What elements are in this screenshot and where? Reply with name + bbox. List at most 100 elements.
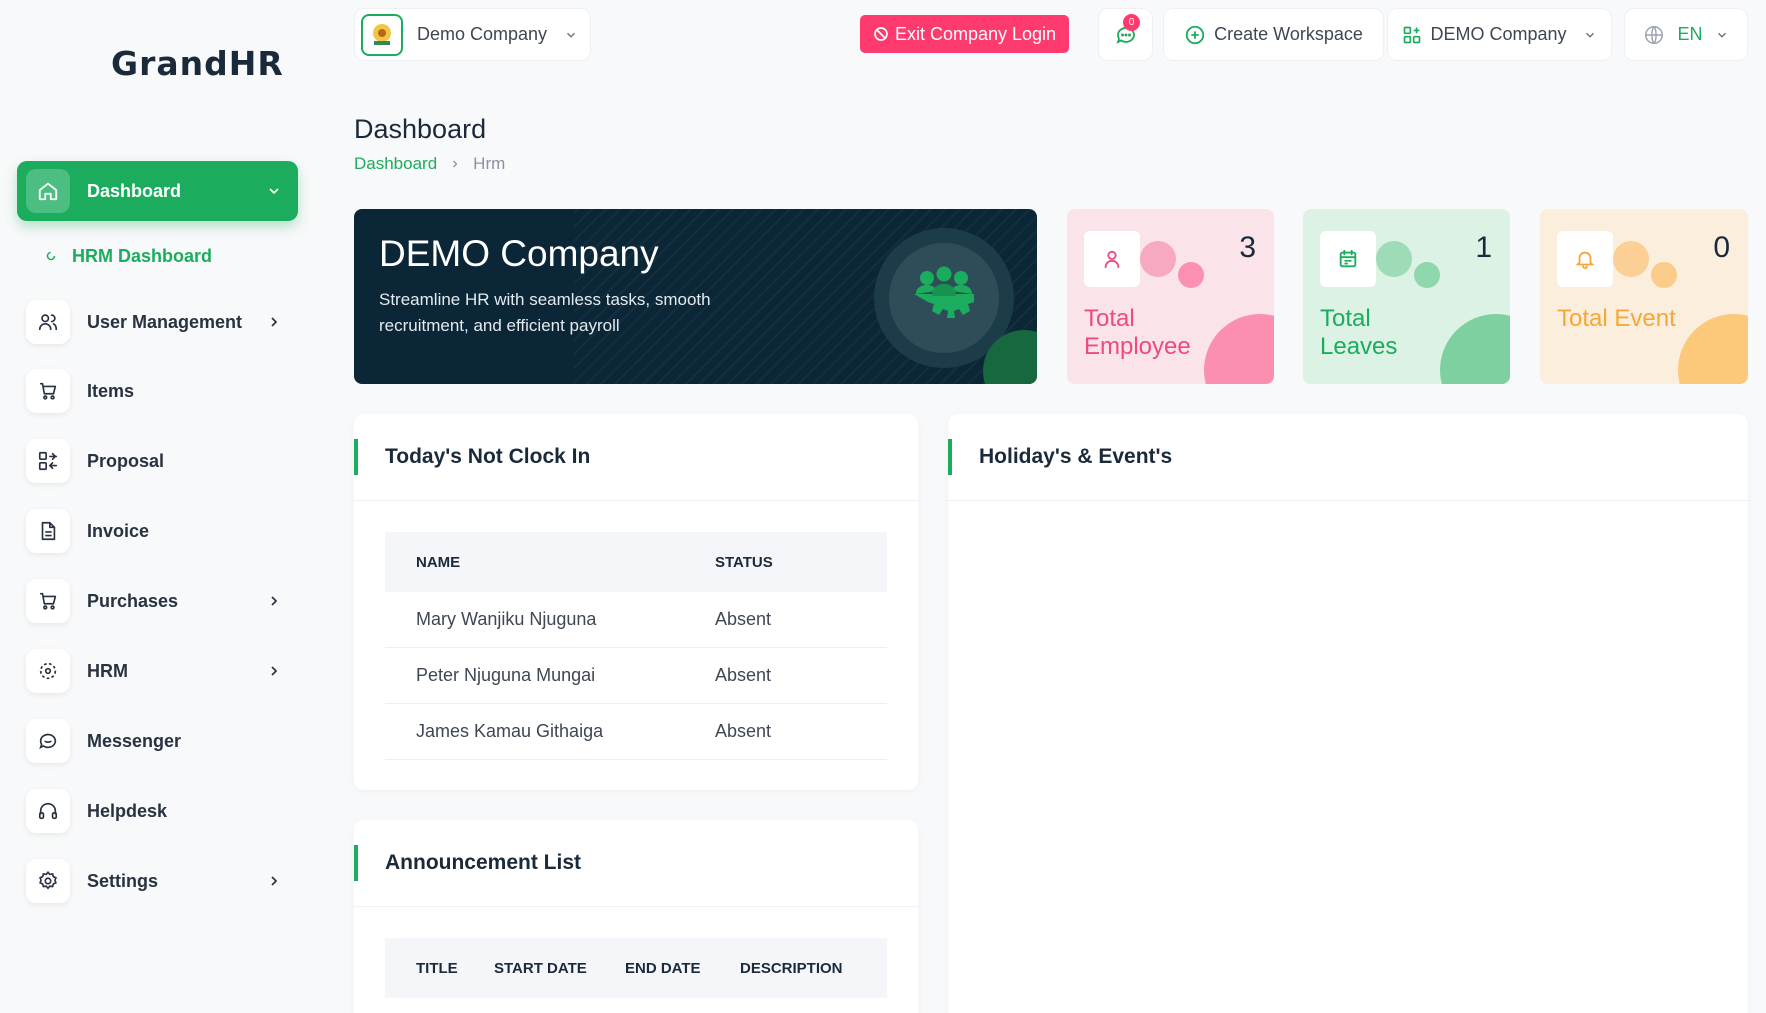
announcement-table: TITLE START DATE END DATE DESCRIPTION [385,938,887,998]
plus-circle-icon [1184,24,1206,46]
file-icon [26,509,70,553]
sidebar-item-label: User Management [87,311,243,332]
workspace-selector[interactable]: DEMO Company [1387,8,1612,61]
breadcrumb-current: Hrm [473,154,506,173]
workspace-selector-label: DEMO Company [1430,24,1567,44]
sidebar-item-items[interactable]: Items [17,362,298,420]
attendance-status: Absent [715,665,772,685]
table-header: TITLE START DATE END DATE DESCRIPTION [385,938,887,998]
bell-icon [1557,231,1613,287]
language-label: EN [1677,24,1703,44]
decoration-corner [1678,314,1748,384]
sidebar-item-label: Dashboard [87,180,182,201]
users-icon [26,300,70,344]
cart-icon [26,369,70,413]
breadcrumb: Dashboard Hrm [354,154,505,174]
company-banner: DEMO Company Streamline HR with seamless… [354,209,1037,384]
sidebar-item-helpdesk[interactable]: Helpdesk [17,782,298,840]
stat-value: 0 [1713,231,1730,264]
decoration-dot [1140,241,1176,277]
banner-title: DEMO Company [379,233,659,274]
stat-card-total-employee[interactable]: 3 Total Employee [1067,209,1274,384]
stat-label: Total Employee [1084,305,1191,360]
sidebar-item-label: Proposal [87,450,165,471]
stat-value: 1 [1475,231,1492,264]
sidebar-item-messenger[interactable]: Messenger [17,712,298,770]
exit-company-login-button[interactable]: Exit Company Login [860,15,1069,53]
column-header-start-date[interactable]: START DATE [494,960,625,977]
sidebar-item-user-management[interactable]: User Management [17,293,298,351]
sidebar-item-label: Invoice [87,520,150,541]
sidebar-item-label: Settings [87,870,159,891]
column-header-status[interactable]: STATUS [715,554,773,571]
create-workspace-label: Create Workspace [1214,24,1363,44]
app-logo[interactable]: GrandHR [111,44,284,83]
table-header: NAME STATUS [385,532,887,592]
card-header: Announcement List [354,820,918,907]
column-header-title[interactable]: TITLE [385,960,494,977]
sidebar-item-hrm[interactable]: HRM [17,642,298,700]
chevron-right-icon [266,314,282,330]
cart-icon [26,579,70,623]
breadcrumb-link-dashboard[interactable]: Dashboard [354,154,437,174]
chevron-right-icon [449,158,461,170]
chevron-right-icon [266,663,282,679]
attendance-status: Absent [715,609,772,629]
user-icon [1084,231,1140,287]
column-header-description[interactable]: DESCRIPTION [740,960,843,977]
chevron-down-icon [266,183,282,199]
message-count-badge: 0 [1123,14,1140,31]
stat-card-total-leaves[interactable]: 1 Total Leaves [1303,209,1510,384]
radio-dot-icon [46,251,56,261]
sidebar-subitem-hrm-dashboard[interactable]: HRM Dashboard [46,244,212,268]
company-selector[interactable]: Demo Company [354,8,591,61]
sidebar-item-label: Items [87,380,135,401]
sidebar-item-dashboard[interactable]: Dashboard [17,161,298,221]
announcement-list-card: Announcement List TITLE START DATE END D… [354,820,918,1013]
sidebar-item-label: Messenger [87,730,182,751]
card-title: Announcement List [385,851,582,874]
decoration-dot [1178,262,1204,288]
sidebar-item-invoice[interactable]: Invoice [17,502,298,560]
sidebar-item-proposal[interactable]: Proposal [17,432,298,490]
table-row: James Kamau Githaiga Absent [385,704,887,760]
card-title: Holiday's & Event's [979,445,1173,468]
employee-name: Mary Wanjiku Njuguna [416,609,597,629]
language-selector[interactable]: EN [1624,8,1748,61]
attendance-status: Absent [715,721,772,741]
hrm-icon [26,649,70,693]
card-header: Holiday's & Event's [948,414,1748,501]
not-clock-in-table: NAME STATUS Mary Wanjiku Njuguna Absent … [385,532,887,760]
sidebar-item-label: HRM [87,660,128,681]
stat-label: Total Leaves [1320,305,1398,360]
table-row: Mary Wanjiku Njuguna Absent [385,592,887,648]
decoration-dot [1414,262,1440,288]
headphones-icon [26,789,70,833]
chevron-right-icon [266,593,282,609]
sidebar-subitem-label: HRM Dashboard [72,245,213,266]
calendar-icon [1320,231,1376,287]
employee-name: Peter Njuguna Mungai [416,665,596,685]
sidebar: GrandHR Dashboard HRM Dashboard User Man… [0,0,320,1013]
holidays-events-card: Holiday's & Event's [948,414,1748,1013]
globe-icon [1643,24,1665,46]
ban-icon [873,26,889,42]
stat-card-total-event[interactable]: 0 Total Event [1540,209,1748,384]
column-header-end-date[interactable]: END DATE [625,960,740,977]
column-header-name[interactable]: NAME [385,554,715,571]
chevron-down-icon [564,28,578,42]
company-logo-icon [361,13,403,56]
sidebar-item-purchases[interactable]: Purchases [17,572,298,630]
banner-subtitle: Streamline HR with seamless tasks, smoot… [379,290,711,335]
messages-button[interactable]: 0 [1098,8,1153,61]
exit-button-label: Exit Company Login [894,23,1057,44]
create-workspace-button[interactable]: Create Workspace [1163,8,1384,61]
stat-label: Total Event [1557,305,1676,332]
decoration-corner [1440,314,1510,384]
table-row: Peter Njuguna Mungai Absent [385,648,887,704]
sidebar-item-label: Purchases [87,590,179,611]
sidebar-item-settings[interactable]: Settings [17,852,298,910]
decoration-dot [1613,241,1649,277]
company-selector-label: Demo Company [417,24,548,44]
page-title: Dashboard [354,114,487,144]
